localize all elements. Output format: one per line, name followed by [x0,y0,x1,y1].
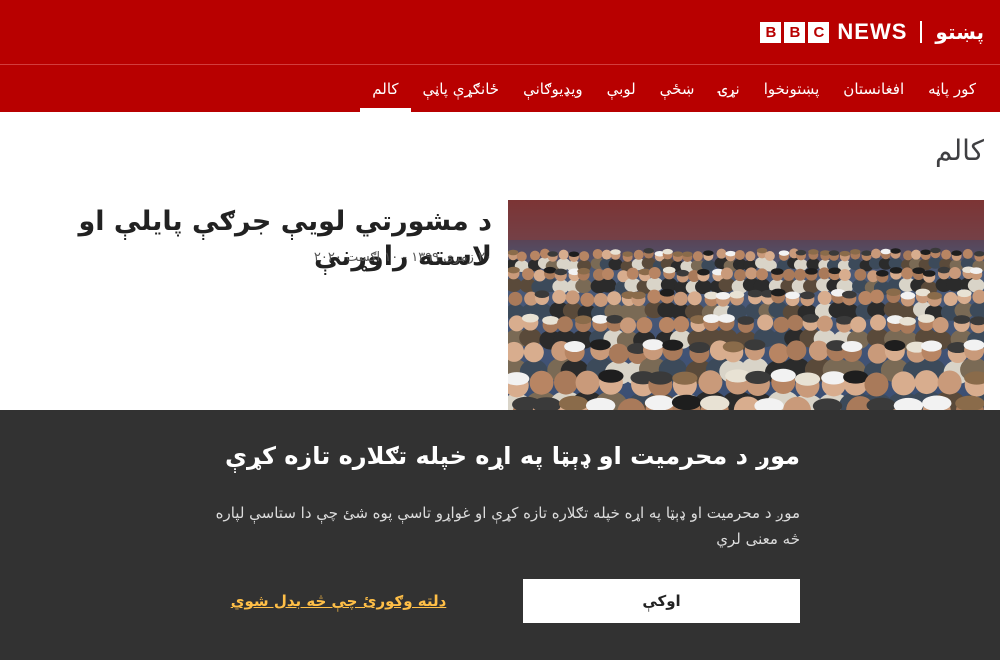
masthead: B B C NEWS پښتو [0,0,1000,64]
logo-divider [920,21,923,43]
consent-ok-button[interactable]: اوکې [523,579,800,623]
story-promo: د مشورتي لویې جرګې پایلې او لاسته راوړنې… [16,200,984,410]
story-image[interactable] [508,200,984,410]
service-name: پښتو [935,20,984,44]
nav-list: کور پاڼه افغانستان پښتونخوا نړۍ ښځې لوبې… [360,65,988,112]
bbc-block-b2: B [784,21,806,43]
nav-item-world[interactable]: نړۍ [706,65,751,112]
nav-item-afghanistan[interactable]: افغانستان [831,65,916,112]
nav-item-women[interactable]: ښځې [648,65,707,112]
nav-item-special-pages[interactable]: ځانګړې پاڼې [411,65,512,112]
page-title: کالم [934,134,984,167]
main-navigation: کور پاڼه افغانستان پښتونخوا نړۍ ښځې لوبې… [0,64,1000,112]
consent-body: موږ د محرمیت او ډېټا په اړه خپله تګلاره … [215,504,800,548]
crowd-photo [508,200,984,410]
nav-item-pakhtunkhwa[interactable]: پښتونخوا [752,65,832,112]
news-wordmark: NEWS [837,19,908,44]
bbc-block-c: C [808,21,830,43]
nav-item-videos[interactable]: ویډیوګانې [511,65,595,112]
story-date: ۲۰ زمری ۱۳۹۹ - ۱۰ اګست ۲۰۲۰ [313,250,492,265]
consent-title: موږ د محرمیت او ډېټا په اړه خپله تګلاره … [225,442,800,470]
bbc-news-pashto-logo[interactable]: B B C NEWS پښتو [760,18,984,46]
consent-changes-link[interactable]: دلته وګورئ چې څه بدل شوي [200,579,477,623]
nav-item-column[interactable]: کالم [360,65,411,112]
privacy-consent-banner: موږ د محرمیت او ډېټا په اړه خپله تګلاره … [0,410,1000,660]
bbc-blocks: B B C [760,21,830,43]
nav-item-home[interactable]: کور پاڼه [916,65,988,112]
nav-item-sport[interactable]: لوبې [595,65,648,112]
bbc-block-b1: B [760,21,782,43]
